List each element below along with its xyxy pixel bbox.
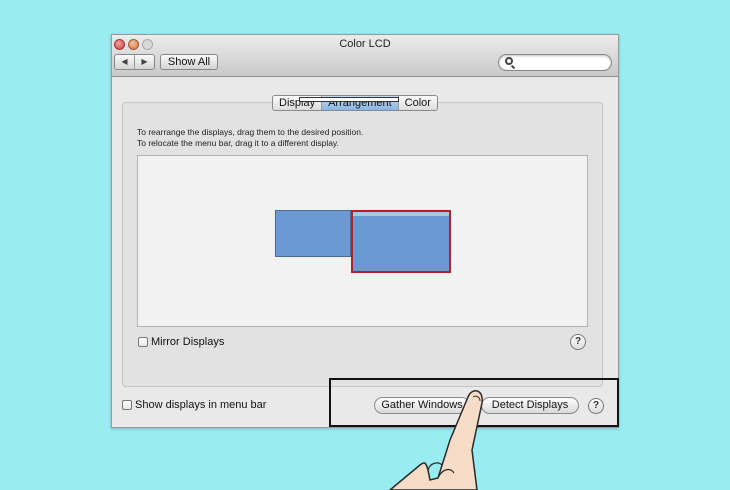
show-all-button[interactable]: Show All — [160, 54, 218, 70]
forward-arrow-icon[interactable]: ▶ — [135, 55, 154, 69]
mirror-displays-checkbox[interactable] — [138, 337, 148, 348]
back-forward-control: ◀ ▶ — [114, 54, 155, 70]
arrangement-area — [137, 155, 588, 327]
menubar-strip — [353, 212, 449, 216]
show-displays-option[interactable]: Show displays in menu bar — [122, 399, 266, 411]
instruction-line-1: To rearrange the displays, drag them to … — [137, 127, 364, 137]
titlebar: Color LCD ◀ ▶ Show All — [112, 35, 618, 77]
display-2-selected[interactable] — [351, 210, 451, 273]
window-title: Color LCD — [339, 38, 391, 50]
menu-bar-handle[interactable] — [299, 97, 399, 102]
instructions: To rearrange the displays, drag them to … — [137, 127, 363, 149]
mirror-displays-label: Mirror Displays — [151, 336, 225, 348]
tab-color[interactable]: Color — [399, 96, 437, 110]
show-displays-checkbox[interactable] — [122, 400, 132, 411]
pointing-hand-icon — [388, 390, 483, 490]
preferences-window: Color LCD ◀ ▶ Show All Display Arrangeme… — [111, 34, 619, 428]
help-icon[interactable]: ? — [570, 334, 586, 350]
mirror-displays-option[interactable]: Mirror Displays — [138, 336, 224, 348]
instruction-line-2: To relocate the menu bar, drag it to a d… — [137, 138, 339, 148]
search-icon — [505, 57, 513, 65]
back-arrow-icon[interactable]: ◀ — [115, 55, 135, 69]
display-1[interactable] — [275, 210, 351, 257]
show-displays-label: Show displays in menu bar — [135, 399, 267, 411]
search-field[interactable] — [498, 54, 612, 71]
